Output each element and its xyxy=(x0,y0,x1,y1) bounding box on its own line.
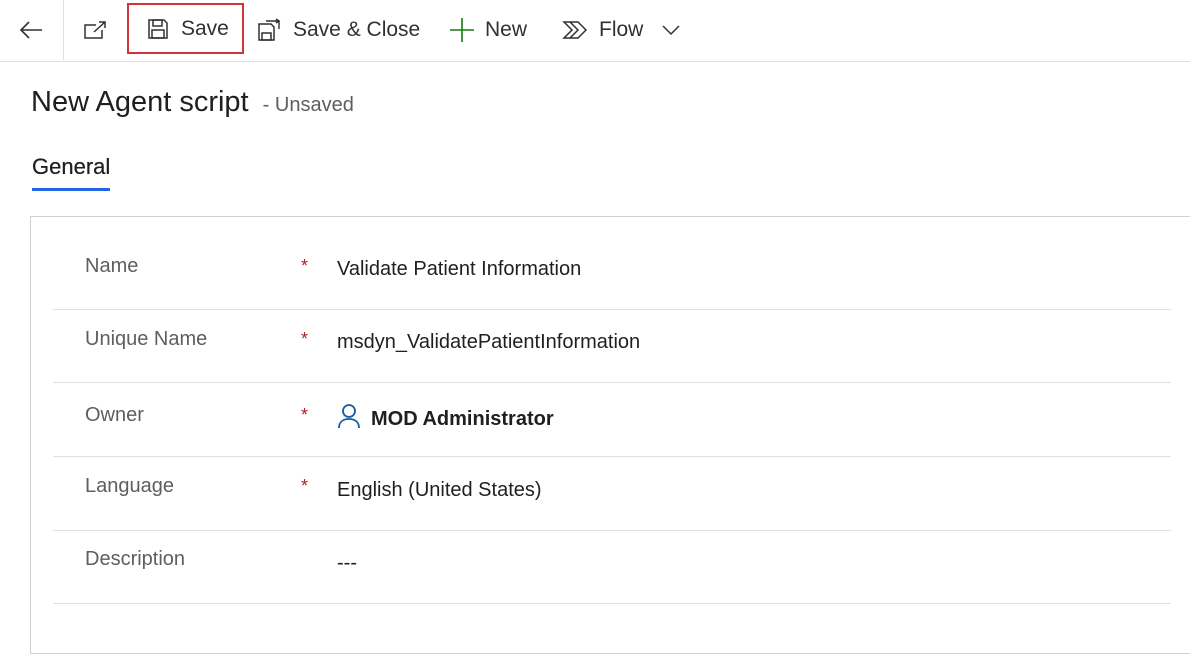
toolbar-divider xyxy=(63,0,64,60)
page-title: New Agent script - Unsaved xyxy=(31,86,354,119)
save-and-close-button[interactable]: Save & Close xyxy=(257,0,420,60)
owner-label: Owner xyxy=(85,404,144,426)
save-status: - Unsaved xyxy=(262,94,354,116)
owner-lookup-link[interactable]: MOD Administrator xyxy=(337,403,554,435)
required-indicator: * xyxy=(301,476,309,496)
field-row-description: Description --- xyxy=(53,530,1171,604)
language-label: Language xyxy=(85,475,174,497)
open-in-new-window-button[interactable] xyxy=(80,0,110,60)
popout-icon xyxy=(83,20,107,40)
flow-label: Flow xyxy=(599,18,644,41)
language-field[interactable]: English (United States) xyxy=(337,479,542,502)
plus-icon xyxy=(449,17,475,43)
description-label: Description xyxy=(85,548,186,570)
owner-name: MOD Administrator xyxy=(371,407,554,430)
tab-general[interactable]: General xyxy=(32,154,111,191)
new-button[interactable]: New xyxy=(449,0,527,60)
record-title: New Agent script xyxy=(31,86,249,118)
field-row-language: Language * English (United States) xyxy=(53,457,1171,531)
unique-name-field[interactable]: msdyn_ValidatePatientInformation xyxy=(337,331,640,354)
flow-button[interactable]: Flow xyxy=(562,0,643,60)
field-row-owner: Owner * MOD Administrator xyxy=(53,383,1171,457)
back-button[interactable] xyxy=(14,0,48,60)
flow-icon xyxy=(562,19,588,41)
required-indicator: * xyxy=(301,329,309,349)
chevron-down-icon xyxy=(662,24,680,36)
unique-name-label: Unique Name xyxy=(85,328,208,350)
description-field[interactable]: --- xyxy=(337,552,357,575)
save-icon xyxy=(147,18,169,40)
new-label: New xyxy=(485,18,528,41)
person-icon xyxy=(337,403,371,435)
field-row-name: Name * Validate Patient Information xyxy=(53,236,1171,310)
command-bar: Save Save & Close New Flow xyxy=(0,0,1190,62)
back-arrow-icon xyxy=(19,20,43,40)
name-field[interactable]: Validate Patient Information xyxy=(337,258,581,281)
save-close-icon xyxy=(257,18,281,42)
flow-dropdown-button[interactable] xyxy=(660,0,682,60)
save-and-close-label: Save & Close xyxy=(293,18,421,41)
save-button[interactable]: Save xyxy=(127,3,244,54)
required-indicator: * xyxy=(301,256,309,276)
field-row-unique-name: Unique Name * msdyn_ValidatePatientInfor… xyxy=(53,309,1171,383)
required-indicator: * xyxy=(301,405,309,425)
save-label: Save xyxy=(181,16,229,40)
general-form-section: Name * Validate Patient Information Uniq… xyxy=(30,216,1190,654)
name-label: Name xyxy=(85,255,139,277)
